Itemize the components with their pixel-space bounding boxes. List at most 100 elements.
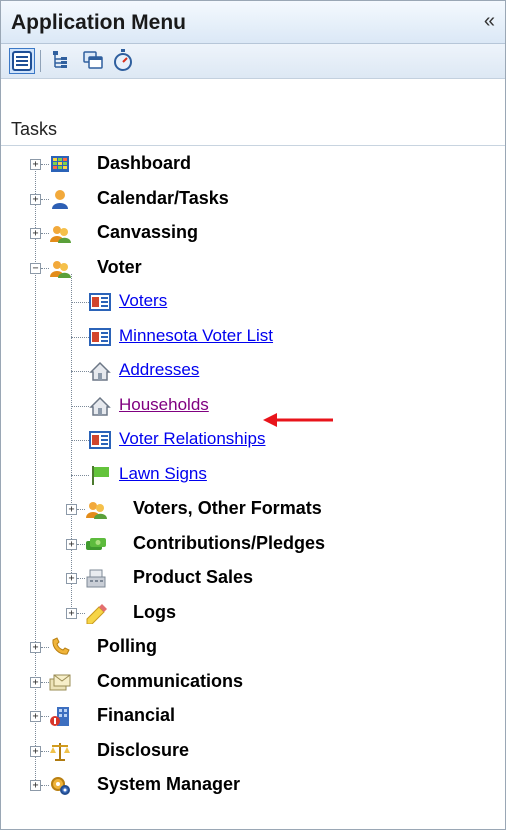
list-view-button[interactable] [9,48,35,74]
tree-item-link[interactable]: Addresses [119,360,199,380]
application-menu-panel: Application Menu « Tasks + Dashboard + C… [0,0,506,830]
tree-item-voters-other-formats[interactable]: + Voters, Other Formats [1,493,481,525]
expand-node-button[interactable]: + [66,608,77,619]
tree-connector-line [41,199,49,200]
windows-button[interactable] [81,48,107,74]
tree-item-voter-relationships[interactable]: Voter Relationships [1,424,481,456]
expand-node-button[interactable]: + [30,642,41,653]
pencil-icon [86,604,107,624]
tree-item-label: Disclosure [97,740,190,760]
tree-item-lawn-signs[interactable]: Lawn Signs [1,459,481,491]
tree-item-communications[interactable]: + Communications [1,666,481,698]
tree-item-label: Canvassing [97,222,199,242]
tree-item-voters[interactable]: Voters [1,286,481,318]
tree-connector-line [71,371,89,372]
building-icon [50,707,69,726]
tree-connector-line [41,751,49,752]
tree-item-label: Contributions/Pledges [133,533,326,553]
collapse-node-button[interactable]: − [30,263,41,274]
tree-item-link[interactable]: Households [119,395,209,415]
expand-node-button[interactable]: + [30,194,41,205]
tree-item-label: Dashboard [97,153,192,173]
view-toolbar [1,44,505,79]
people-icon [50,226,71,243]
person-icon [52,190,68,209]
tree-item-product-sales[interactable]: + Product Sales [1,562,481,594]
stopwatch-button[interactable] [111,48,137,74]
tree-item-label: Communications [97,671,244,691]
expand-node-button[interactable]: + [30,746,41,757]
tree-item-label: Voter [97,257,142,277]
tree-connector-line [71,475,89,476]
tree-item-contributions-pledges[interactable]: + Contributions/Pledges [1,528,481,560]
tree-item-link[interactable]: Minnesota Voter List [119,326,273,346]
tree-item-households[interactable]: Households [1,390,481,422]
envelopes-icon [49,674,71,691]
panel-title: Application Menu [11,11,186,34]
expand-node-button[interactable]: + [30,159,41,170]
tree-item-label: Logs [133,602,176,622]
money-icon [86,538,106,550]
gears-icon [51,777,70,795]
tree-item-link[interactable]: Voters [119,291,167,311]
house-icon [89,361,111,381]
tree-item-label: Product Sales [133,567,254,587]
red-arrow-annotation [263,413,333,427]
tree-connector-line [71,337,89,338]
tree-connector-line [41,785,49,786]
tree-item-label: Voters, Other Formats [133,498,322,518]
tree-item-system-manager[interactable]: + System Manager [1,769,481,801]
stopwatch-icon [114,49,132,71]
id-card-icon [89,328,111,346]
tree-connector-line [77,509,85,510]
tree-item-canvassing[interactable]: + Canvassing [1,217,481,249]
expand-node-button[interactable]: + [66,539,77,550]
tree-item-minnesota-voter-list[interactable]: Minnesota Voter List [1,321,481,353]
expand-node-button[interactable]: + [30,780,41,791]
scales-icon [50,743,70,761]
tree-connector-line [77,578,85,579]
tree-view-button[interactable] [49,48,75,74]
expand-node-button[interactable]: + [66,504,77,515]
tree-item-disclosure[interactable]: + Disclosure [1,735,481,767]
tree-item-polling[interactable]: + Polling [1,631,481,663]
tree-connector-line [77,544,85,545]
collapse-panel-button[interactable]: « [484,10,495,32]
expand-node-button[interactable]: + [30,711,41,722]
tree-item-link[interactable]: Voter Relationships [119,429,265,449]
tree-connector-line [41,268,49,269]
tree-item-logs[interactable]: + Logs [1,597,481,629]
tree-connector-line [41,233,49,234]
people-icon [50,261,71,278]
tree-connector-line [41,716,49,717]
tree-item-label: Calendar/Tasks [97,188,229,208]
tree-item-voter[interactable]: − Voter [1,252,481,284]
id-card-icon [89,293,111,311]
panel-header: Application Menu « [1,1,505,44]
tree-connector-line [71,440,89,441]
windows-icon [83,51,103,69]
expand-node-button[interactable]: + [66,573,77,584]
phone-icon [52,637,70,655]
expand-node-button[interactable]: + [30,677,41,688]
tree-connector-line [71,406,89,407]
flag-icon [92,466,109,485]
tree-connector-line [77,613,85,614]
tree-connector-line [41,164,49,165]
people-icon [86,502,107,519]
toolbar-separator [40,50,41,72]
expand-node-button[interactable]: + [30,228,41,239]
tree-item-dashboard[interactable]: + Dashboard [1,148,481,180]
tree-item-calendar-tasks[interactable]: + Calendar/Tasks [1,183,481,215]
tree-connector-line [41,647,49,648]
register-icon [86,569,106,588]
tree-item-link[interactable]: Lawn Signs [119,464,207,484]
tree-item-financial[interactable]: + Financial [1,700,481,732]
tree-item-addresses[interactable]: Addresses [1,355,481,387]
tree-item-label: Financial [97,705,176,725]
tree-connector-line [41,682,49,683]
id-card-icon [89,431,111,449]
tasks-heading: Tasks [11,119,58,139]
tree-connector-line [71,302,89,303]
tree-item-label: Polling [97,636,157,656]
